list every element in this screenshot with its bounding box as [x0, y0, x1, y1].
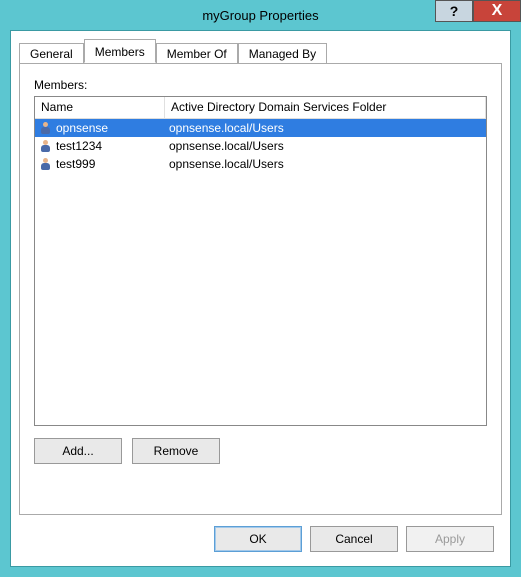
client-area: General Members Member Of Managed By Mem… — [10, 30, 511, 567]
cancel-button[interactable]: Cancel — [310, 526, 398, 552]
tab-member-of[interactable]: Member Of — [156, 43, 238, 64]
list-body: opnsense opnsense.local/Users test1234 o… — [35, 119, 486, 173]
table-row[interactable]: test999 opnsense.local/Users — [35, 155, 486, 173]
dialog-button-row: OK Cancel Apply — [214, 526, 494, 552]
row-name: test1234 — [56, 139, 102, 153]
row-name: opnsense — [56, 121, 108, 135]
titlebar[interactable]: myGroup Properties ? X — [0, 0, 521, 30]
properties-dialog: myGroup Properties ? X General Members M… — [0, 0, 521, 577]
help-icon: ? — [450, 3, 459, 19]
row-name: test999 — [56, 157, 95, 171]
tab-members[interactable]: Members — [84, 39, 156, 63]
row-folder: opnsense.local/Users — [165, 121, 486, 135]
tab-general[interactable]: General — [19, 43, 84, 64]
add-button[interactable]: Add... — [34, 438, 122, 464]
window-title: myGroup Properties — [202, 8, 318, 23]
members-label: Members: — [34, 78, 487, 92]
members-button-row: Add... Remove — [34, 438, 487, 464]
apply-button[interactable]: Apply — [406, 526, 494, 552]
ok-button[interactable]: OK — [214, 526, 302, 552]
list-header: Name Active Directory Domain Services Fo… — [35, 97, 486, 119]
table-row[interactable]: opnsense opnsense.local/Users — [35, 119, 486, 137]
help-button[interactable]: ? — [435, 0, 473, 22]
column-header-name[interactable]: Name — [35, 97, 165, 118]
tabstrip: General Members Member Of Managed By — [11, 31, 510, 63]
user-icon — [39, 157, 53, 171]
remove-button[interactable]: Remove — [132, 438, 220, 464]
user-icon — [39, 139, 53, 153]
close-button[interactable]: X — [473, 0, 521, 22]
titlebar-buttons: ? X — [435, 0, 521, 24]
row-folder: opnsense.local/Users — [165, 139, 486, 153]
row-folder: opnsense.local/Users — [165, 157, 486, 171]
members-panel: Members: Name Active Directory Domain Se… — [19, 63, 502, 515]
table-row[interactable]: test1234 opnsense.local/Users — [35, 137, 486, 155]
members-listview[interactable]: Name Active Directory Domain Services Fo… — [34, 96, 487, 426]
column-header-folder[interactable]: Active Directory Domain Services Folder — [165, 97, 486, 118]
close-icon: X — [492, 2, 503, 20]
tab-managed-by[interactable]: Managed By — [238, 43, 327, 64]
user-icon — [39, 121, 53, 135]
